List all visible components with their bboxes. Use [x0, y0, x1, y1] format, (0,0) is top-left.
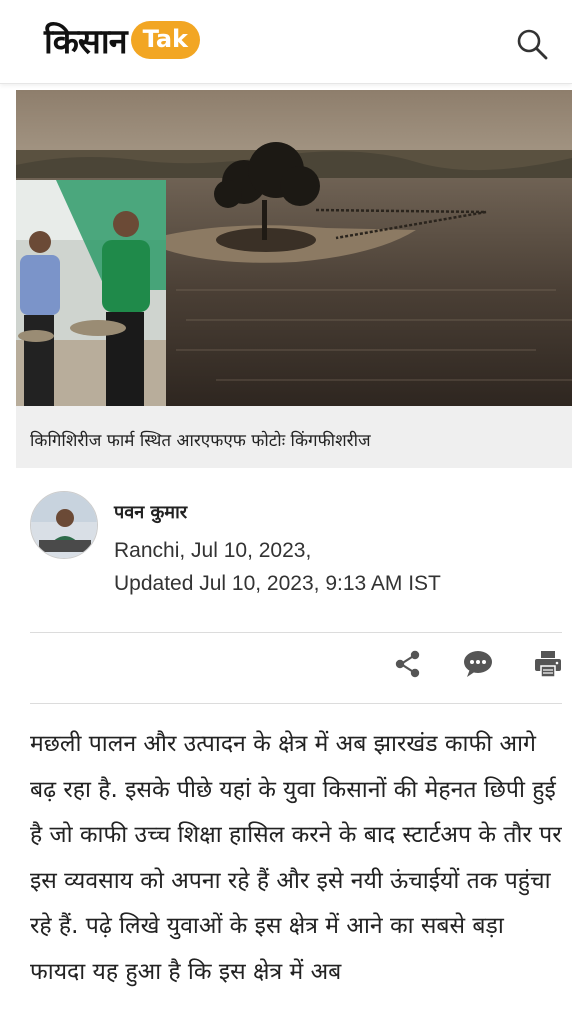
share-button[interactable]	[390, 646, 426, 682]
kisan-tak-logo[interactable]: किसान Tak	[44, 16, 201, 64]
image-caption: किगिशिरीज फार्म स्थित आरएफएफ फोटोः किंगफ…	[30, 431, 371, 451]
author-name[interactable]: पवन कुमार	[114, 500, 187, 524]
article-body: मछली पालन और उत्पादन के क्षेत्र में अब झ…	[30, 731, 562, 985]
print-button[interactable]	[530, 646, 566, 682]
comment-button[interactable]	[460, 646, 496, 682]
author-avatar[interactable]	[30, 491, 98, 559]
top-header: किसान Tak	[0, 0, 572, 84]
print-icon	[535, 651, 561, 678]
image-caption-box: किगिशिरीज फार्म स्थित आरएफएफ फोटोः किंगफ…	[16, 406, 572, 468]
divider-bottom	[30, 703, 562, 704]
hero-image	[16, 90, 572, 406]
dateline: Ranchi, Jul 10, 2023,	[114, 539, 312, 562]
search-icon	[517, 29, 548, 60]
logo-kisan-word: किसान	[44, 22, 128, 62]
updated-timestamp: Updated Jul 10, 2023, 9:13 AM IST	[114, 572, 441, 595]
logo-tak-badge: Tak	[130, 21, 201, 59]
search-button[interactable]	[512, 24, 552, 64]
logo-kisan-text: किसान	[44, 17, 128, 63]
divider-top	[30, 632, 562, 633]
share-icon	[395, 650, 420, 678]
comment-icon	[464, 651, 492, 677]
